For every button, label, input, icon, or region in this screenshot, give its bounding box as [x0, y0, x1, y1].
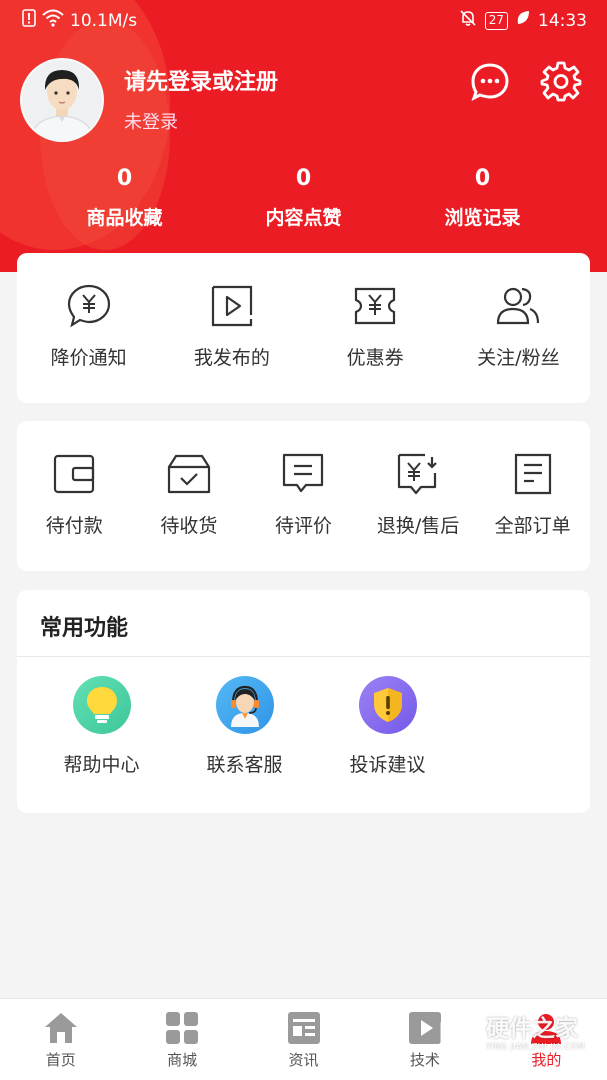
order-pending-receipt[interactable]: 待收货 [132, 451, 246, 538]
order-label: 退换/售后 [376, 515, 460, 537]
network-speed: 10.1M/s [70, 10, 138, 31]
login-status: 未登录 [124, 112, 178, 133]
video-icon [211, 285, 252, 327]
order-pending-payment[interactable]: 待付款 [17, 451, 131, 538]
help-center-button[interactable]: 帮助中心 [30, 676, 173, 777]
nav-label: 资讯 [288, 1051, 319, 1069]
wallet-icon [54, 454, 95, 494]
coupon-icon [355, 287, 396, 325]
lightbulb-icon [72, 676, 131, 734]
order-label: 待评价 [274, 515, 332, 537]
stat-label: 浏览记录 [444, 207, 521, 229]
stat-label: 商品收藏 [86, 207, 163, 229]
quick-link-follow[interactable]: 关注/粉丝 [447, 283, 590, 370]
comment-icon [283, 453, 324, 493]
message-button[interactable] [470, 62, 510, 102]
battery-indicator: 27 [484, 11, 508, 30]
stat-label: 内容点赞 [265, 207, 342, 229]
quick-link-label: 我发布的 [193, 347, 270, 369]
stat-value: 0 [116, 166, 133, 191]
stat-history[interactable]: 0 浏览记录 [393, 165, 572, 230]
function-label: 投诉建议 [349, 754, 426, 776]
quick-link-label: 降价通知 [50, 347, 127, 369]
agent-icon [215, 676, 274, 734]
order-label: 待付款 [45, 515, 103, 537]
news-icon [287, 1012, 320, 1044]
box-icon [167, 454, 210, 494]
quick-link-label: 优惠券 [346, 347, 404, 369]
nav-label: 首页 [45, 1051, 76, 1069]
section-title: 常用功能 [17, 590, 590, 657]
nav-label: 商城 [167, 1051, 198, 1069]
watermark-text: 硬件之家 [486, 1015, 578, 1042]
quick-links-card: 降价通知 我发布的 优惠券 关注/粉丝 [17, 253, 590, 403]
stat-value: 0 [474, 166, 491, 191]
avatar[interactable] [20, 58, 104, 142]
clock: 14:33 [538, 10, 587, 31]
common-functions-card: 常用功能 帮助中心 联系客服 投诉建议 [17, 590, 590, 813]
leaf-icon [516, 10, 530, 31]
alert-icon [22, 9, 36, 32]
login-prompt[interactable]: 请先登录或注册 [124, 64, 278, 96]
settings-button[interactable] [540, 60, 582, 102]
function-label: 联系客服 [206, 754, 283, 776]
status-bar: 10.1M/s 27 14:33 [0, 0, 607, 40]
order-label: 待收货 [160, 515, 218, 537]
mute-icon [459, 9, 477, 32]
watermark-logo-icon [440, 1011, 480, 1055]
nav-mall[interactable]: 商城 [121, 999, 242, 1080]
stat-likes[interactable]: 0 内容点赞 [214, 165, 393, 230]
nav-home[interactable]: 首页 [0, 999, 121, 1080]
contact-service-button[interactable]: 联系客服 [173, 676, 316, 777]
stats-row: 0 商品收藏 0 内容点赞 0 浏览记录 [35, 165, 572, 230]
order-list-icon [514, 453, 551, 495]
quick-link-label: 关注/粉丝 [477, 347, 560, 369]
price-drop-icon [67, 284, 110, 328]
order-pending-review[interactable]: 待评价 [246, 451, 360, 538]
profile-header: 10.1M/s 27 14:33 请先登录或注册 未登录 0 商品收藏 0 内容… [0, 0, 607, 272]
watermark-subtext: YING JIAN ZHI JIA.COM [486, 1041, 585, 1051]
stat-favorites[interactable]: 0 商品收藏 [35, 165, 214, 230]
users-icon [497, 287, 540, 325]
order-refund[interactable]: 退换/售后 [361, 451, 475, 538]
avatar-person-icon [29, 70, 95, 140]
quick-link-my-posts[interactable]: 我发布的 [160, 283, 303, 370]
function-label: 帮助中心 [63, 754, 140, 776]
gear-icon [540, 61, 582, 102]
grid-icon [166, 1012, 199, 1044]
orders-card: 待付款 待收货 待评价 退换/售后 全部订单 [17, 421, 590, 571]
refund-icon [397, 453, 437, 495]
shield-icon [358, 676, 417, 734]
play-icon [408, 1012, 441, 1044]
complaint-button[interactable]: 投诉建议 [316, 676, 459, 777]
order-all[interactable]: 全部订单 [476, 451, 590, 538]
watermark: 硬件之家 YING JIAN ZHI JIA.COM [440, 1008, 600, 1058]
quick-link-coupon[interactable]: 优惠券 [304, 283, 447, 370]
quick-link-price-drop[interactable]: 降价通知 [17, 283, 160, 370]
stat-value: 0 [295, 166, 312, 191]
order-label: 全部订单 [494, 515, 571, 537]
wifi-icon [42, 9, 64, 32]
home-icon [44, 1013, 77, 1043]
chat-bubble-icon [471, 63, 509, 101]
nav-news[interactable]: 资讯 [243, 999, 364, 1080]
